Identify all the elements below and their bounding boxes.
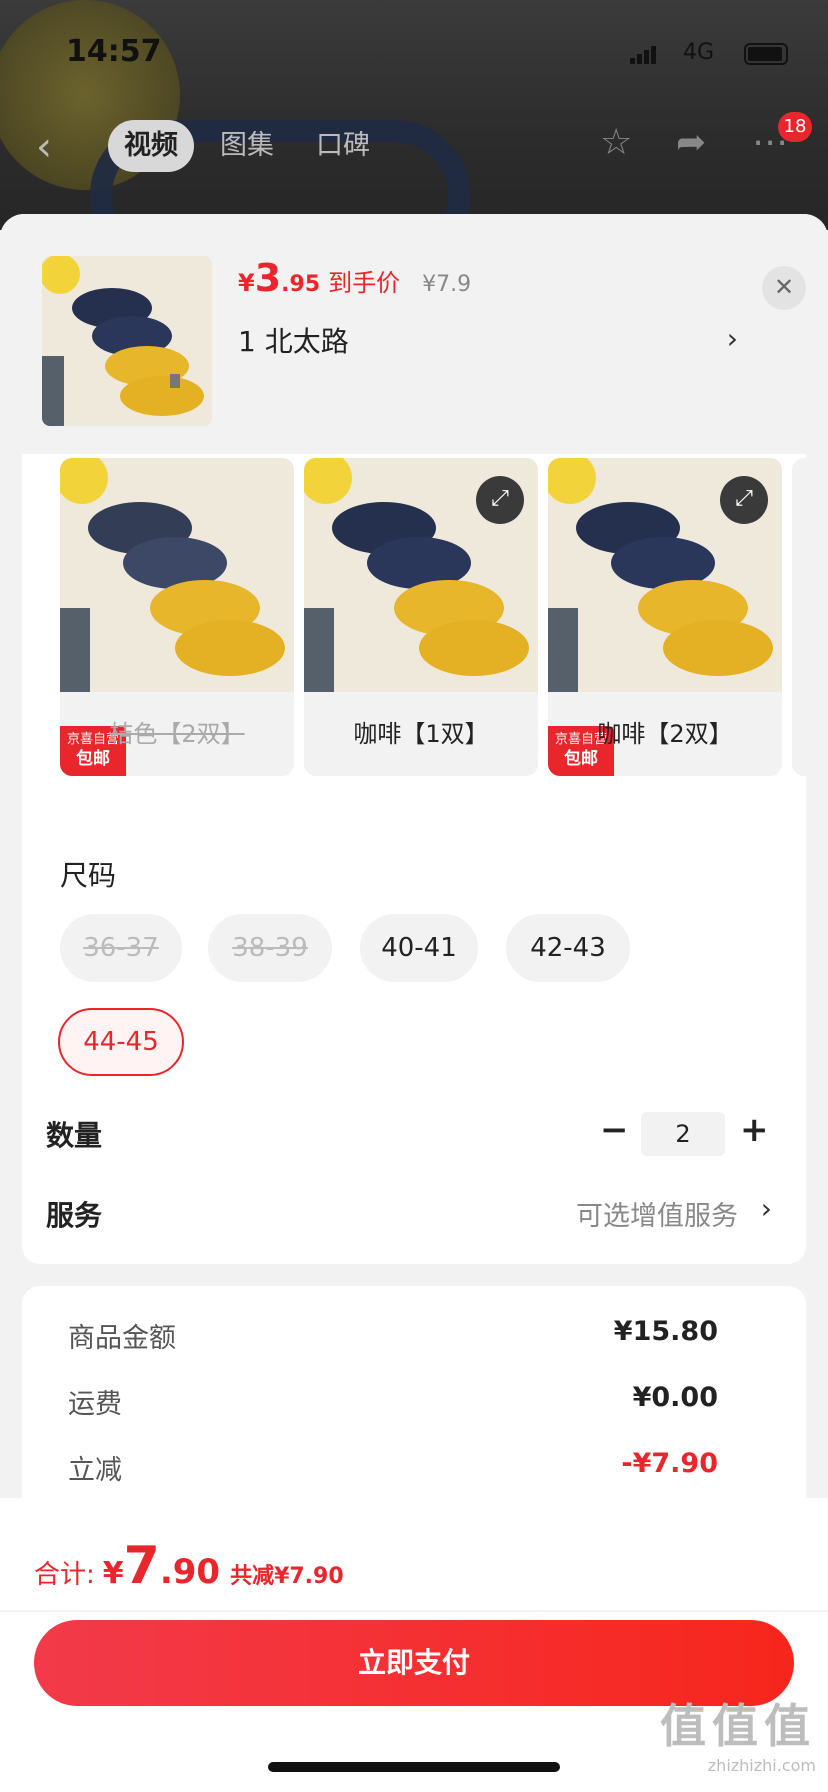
size-option[interactable]: 42-43 (506, 914, 630, 982)
product-thumbnail (42, 256, 212, 426)
variant-card[interactable]: ⤢ 咖啡【1双】 (304, 458, 538, 776)
price-tag: 到手价 (328, 269, 401, 297)
variant-card[interactable]: 京喜自营 包邮 桔色【2双】 (60, 458, 294, 776)
fee-label: 商品金额 (68, 1323, 176, 1354)
variant-card[interactable]: ⤢ 京喜自营 包邮 咖啡【2双】 (548, 458, 782, 776)
size-option[interactable]: 38-39 (208, 914, 332, 982)
price-decimal: .95 (281, 272, 321, 297)
variant-image (60, 458, 294, 692)
total-saving: 共减¥7.90 (230, 1564, 344, 1589)
expand-icon[interactable]: ⤢ (720, 476, 768, 524)
share-icon[interactable]: ➦ (676, 122, 706, 163)
order-total: 合计: ¥7.90 共减¥7.90 (34, 1536, 344, 1596)
purchase-sheet: ¥3.95 到手价 ¥7.9 1 北太路 › ✕ 京喜自营包邮 桔色【2双】 (0, 214, 828, 1792)
fees-card: 商品金额 ¥15.80 运费 ¥0.00 立减 -¥7.90 (22, 1286, 806, 1516)
variant-label: 咖啡【2双】 (597, 720, 733, 748)
quantity-input[interactable]: 2 (641, 1112, 725, 1156)
signal-icon (630, 46, 658, 64)
total-integer: 7 (123, 1536, 160, 1596)
divider (0, 1610, 828, 1612)
top-navbar: ‹ 视频 图集 口碑 ☆ ➦ ⋯ 18 (0, 112, 828, 178)
fee-value-discount: -¥7.90 (621, 1448, 718, 1479)
total-currency: ¥ (102, 1556, 124, 1591)
tab-gallery[interactable]: 图集 (204, 120, 290, 172)
size-title: 尺码 (60, 859, 117, 892)
sheet-header: ¥3.95 到手价 ¥7.9 1 北太路 › ✕ (0, 214, 828, 454)
original-price: ¥7.9 (422, 272, 472, 297)
back-icon[interactable]: ‹ (36, 124, 52, 170)
watermark-url: zhizhizhi.com (707, 1756, 816, 1775)
service-value[interactable]: 可选增值服务 (576, 1194, 738, 1233)
star-icon[interactable]: ☆ (600, 122, 632, 163)
chevron-right-icon[interactable]: › (761, 1192, 772, 1225)
size-option[interactable]: 40-41 (360, 914, 478, 982)
checkout-bar: 合计: ¥7.90 共减¥7.90 立即支付 值值值 zhizhizhi.com (0, 1498, 828, 1792)
home-indicator[interactable] (268, 1762, 560, 1772)
fee-value: ¥0.00 (632, 1382, 718, 1413)
total-label: 合计: (34, 1560, 95, 1590)
chevron-right-icon[interactable]: › (727, 322, 738, 355)
close-icon[interactable]: ✕ (762, 266, 806, 310)
delivery-address[interactable]: 1 北太路 (238, 320, 349, 360)
tab-video[interactable]: 视频 (108, 120, 194, 172)
watermark-logo: 值值值 (660, 1699, 816, 1753)
quantity-plus-button[interactable]: + (740, 1110, 769, 1150)
price-integer: 3 (254, 256, 282, 300)
fee-value: ¥15.80 (613, 1316, 718, 1347)
price-line: ¥3.95 到手价 ¥7.9 (238, 256, 471, 306)
service-label: 服务 (46, 1199, 103, 1232)
quantity-label: 数量 (46, 1119, 103, 1152)
network-label: 4G (682, 40, 714, 65)
size-option-selected[interactable]: 44-45 (58, 1008, 184, 1076)
watermark: 值值值 zhizhizhi.com (660, 1690, 816, 1775)
notification-badge: 18 (778, 112, 812, 142)
battery-icon (744, 43, 788, 65)
quantity-minus-button[interactable]: − (600, 1110, 629, 1150)
variant-card-partial (792, 458, 806, 776)
size-option[interactable]: 36-37 (60, 914, 182, 982)
variant-label: 咖啡【1双】 (353, 720, 489, 748)
status-bar: 14:57 4G (66, 34, 788, 74)
fee-label: 立减 (68, 1455, 122, 1486)
total-decimal: .90 (159, 1552, 221, 1592)
tab-reviews[interactable]: 口碑 (300, 120, 386, 172)
fee-label: 运费 (68, 1389, 122, 1420)
expand-icon[interactable]: ⤢ (476, 476, 524, 524)
status-time: 14:57 (66, 34, 162, 69)
price-currency: ¥ (238, 269, 255, 297)
variant-label: 桔色【2双】 (109, 720, 245, 748)
